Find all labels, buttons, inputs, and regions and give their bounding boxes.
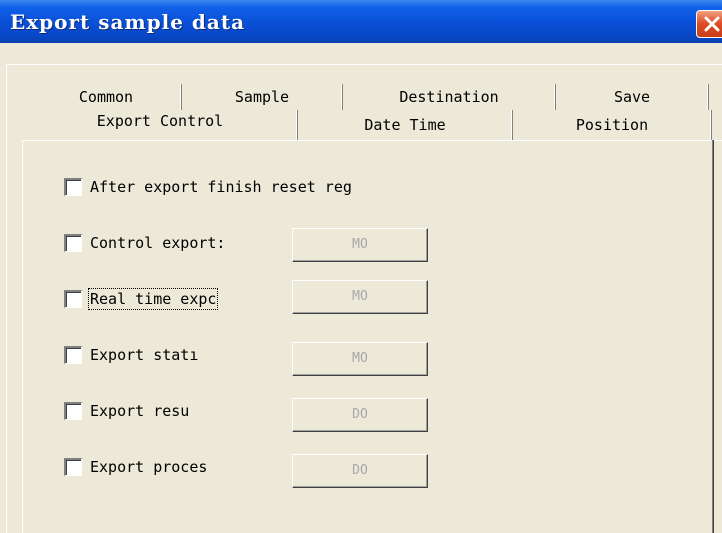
window-title: Export sample data (10, 10, 246, 34)
tab-separator (554, 84, 556, 110)
tab-separator (710, 110, 712, 140)
close-button[interactable] (696, 10, 722, 38)
tab-sample[interactable]: Sample (183, 84, 341, 110)
export-sample-data-dialog: Export sample data Common Sample Destina… (0, 0, 722, 533)
export-status-label: Export statı (90, 346, 199, 364)
export-process-label: Export proces (90, 458, 208, 476)
control-export-label: Control export: (90, 234, 226, 252)
tab-separator (296, 110, 298, 140)
export-result-label: Export resu (90, 402, 190, 420)
after-export-reset-label: After export finish reset reg (90, 178, 352, 196)
real-time-export-checkbox[interactable] (64, 290, 82, 308)
panel-edge (712, 140, 714, 533)
export-process-register-button[interactable]: DO (292, 454, 428, 488)
tab-separator (511, 110, 513, 140)
tab-destination[interactable]: Destination (344, 84, 554, 110)
close-icon (704, 16, 720, 32)
control-export-checkbox[interactable] (64, 234, 82, 252)
control-export-register-button[interactable]: MO (292, 228, 428, 262)
option-export-result[interactable]: Export resu (64, 402, 284, 424)
tab-export-control[interactable]: Export Control (24, 110, 296, 140)
title-bar[interactable]: Export sample data (0, 0, 722, 43)
export-status-checkbox[interactable] (64, 346, 82, 364)
tab-separator (180, 84, 182, 110)
option-export-process[interactable]: Export proces (64, 458, 284, 480)
real-time-export-label: Real time expc (87, 288, 219, 310)
tab-position[interactable]: Position (514, 110, 710, 140)
option-export-status[interactable]: Export statı (64, 346, 284, 368)
tab-save[interactable]: Save (557, 84, 707, 110)
real-time-export-register-button[interactable]: MO (292, 280, 428, 314)
export-result-checkbox[interactable] (64, 402, 82, 420)
option-control-export[interactable]: Control export: (64, 234, 284, 256)
export-process-checkbox[interactable] (64, 458, 82, 476)
export-result-register-button[interactable]: DO (292, 398, 428, 432)
tab-date-time[interactable]: Date Time (299, 110, 511, 140)
export-status-register-button[interactable]: MO (292, 342, 428, 376)
after-export-reset-checkbox[interactable] (64, 178, 82, 196)
tab-separator (707, 84, 709, 110)
tab-separator (341, 84, 343, 110)
tab-common[interactable]: Common (32, 84, 180, 110)
option-real-time-export[interactable]: Real time expc (64, 288, 284, 312)
option-after-export-reset[interactable]: After export finish reset reg (64, 178, 444, 200)
